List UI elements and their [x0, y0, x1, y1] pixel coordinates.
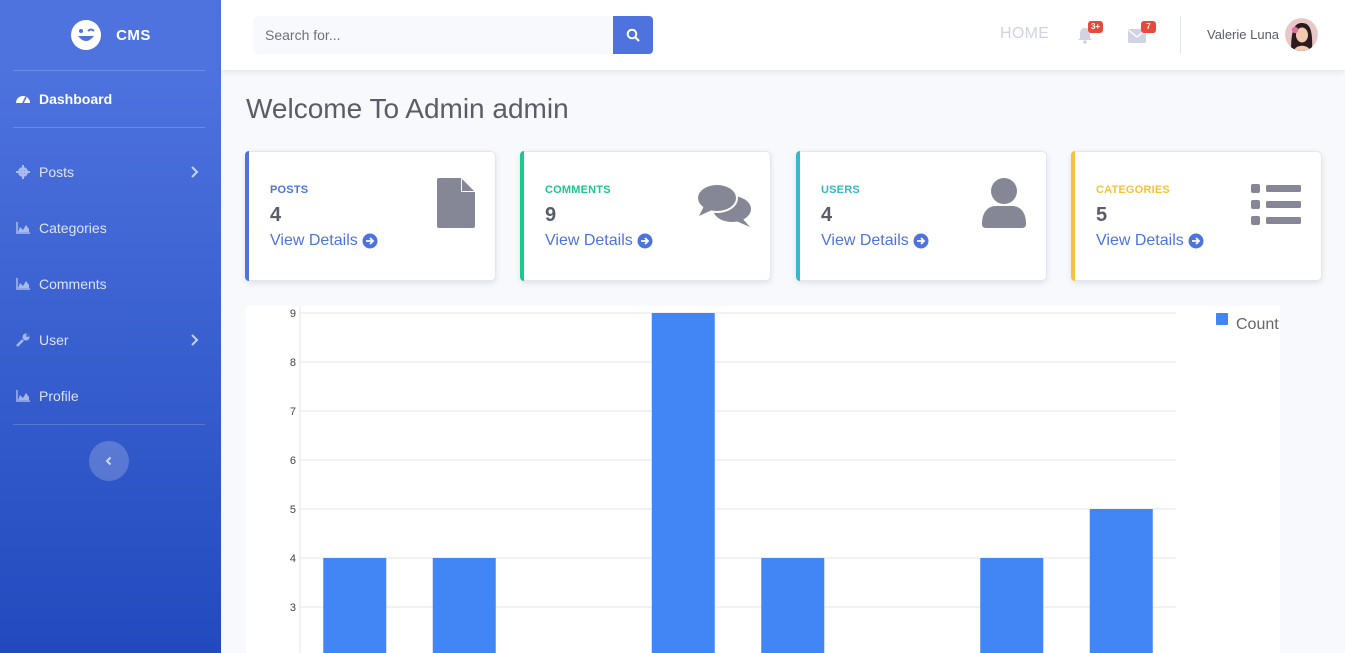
view-details-link[interactable]: View Details: [545, 232, 653, 250]
arrow-circle-right-icon: [1188, 233, 1204, 249]
search-button[interactable]: [613, 16, 653, 54]
bar-6[interactable]: [980, 558, 1044, 653]
chevron-right-icon: [191, 334, 199, 346]
card-value: 4: [270, 204, 282, 226]
legend-label: Count: [1236, 316, 1279, 333]
sidebar-item-label: Profile: [39, 388, 79, 404]
alerts-button[interactable]: 3+: [1071, 21, 1103, 48]
messages-badge: 7: [1141, 21, 1156, 33]
comments-card: COMMENTS 9 View Details: [520, 151, 771, 281]
y-tick-label: 5: [290, 504, 296, 516]
page-title: Welcome To Admin admin: [246, 93, 569, 124]
sidebar-item-posts[interactable]: Posts: [0, 152, 221, 192]
user-icon: [982, 178, 1026, 228]
card-value: 4: [821, 204, 833, 226]
chevron-right-icon: [191, 166, 199, 178]
bar-1[interactable]: [432, 558, 496, 653]
sidebar-item-comments[interactable]: Comments: [0, 264, 221, 304]
card-label: COMMENTS: [545, 184, 611, 196]
users-card: USERS 4 View Details: [796, 151, 1047, 281]
sidebar-item-profile[interactable]: Profile: [0, 376, 221, 416]
arrow-circle-right-icon: [362, 233, 378, 249]
arrow-circle-right-icon: [913, 233, 929, 249]
sidebar-divider: [13, 70, 205, 71]
card-accent: [245, 151, 249, 281]
sidebar-divider: [13, 424, 205, 425]
sidebar-item-user[interactable]: User: [0, 320, 221, 360]
y-tick-label: 6: [290, 455, 296, 467]
chart-svg: 3 4 5 6 7 8 9 Count: [290, 306, 1279, 653]
y-tick-label: 9: [290, 308, 296, 320]
card-value: 5: [1096, 204, 1108, 226]
posts-card: POSTS 4 View Details: [245, 151, 496, 281]
link-label: View Details: [545, 232, 633, 249]
topbar: HOME 3+ 7 Valerie Luna: [221, 0, 1345, 70]
list-icon: [1251, 184, 1301, 225]
y-tick-label: 4: [290, 553, 296, 565]
card-label: CATEGORIES: [1096, 184, 1170, 196]
link-label: View Details: [821, 232, 909, 249]
card-label: USERS: [821, 184, 860, 196]
area-chart-icon: [15, 388, 31, 404]
view-details-link[interactable]: View Details: [1096, 232, 1204, 250]
brand[interactable]: CMS: [0, 0, 221, 70]
card-value: 9: [545, 204, 557, 226]
home-link[interactable]: HOME: [1000, 25, 1049, 43]
bar-4[interactable]: [761, 558, 825, 653]
view-details-link[interactable]: View Details: [821, 232, 929, 250]
y-tick-label: 8: [290, 357, 296, 369]
bar-chart: 3 4 5 6 7 8 9 Count: [246, 306, 1280, 653]
messages-button[interactable]: 7: [1124, 21, 1156, 48]
sidebar-item-dashboard[interactable]: Dashboard: [0, 79, 221, 119]
area-chart-icon: [15, 220, 31, 236]
sidebar-item-categories[interactable]: Categories: [0, 208, 221, 248]
bar-0[interactable]: [323, 558, 387, 653]
sidebar-item-label: Dashboard: [39, 91, 113, 107]
chevron-left-icon: [105, 456, 112, 466]
topbar-divider: [1180, 16, 1181, 54]
comments-icon: [696, 183, 751, 227]
wrench-icon: [15, 332, 31, 348]
bar-7[interactable]: [1089, 509, 1153, 653]
gear-icon: [15, 164, 31, 180]
sidebar-toggle-button[interactable]: [89, 441, 129, 481]
sidebar-item-label: Posts: [39, 164, 75, 180]
search-icon: [626, 28, 640, 42]
link-label: View Details: [270, 232, 358, 249]
card-accent: [520, 151, 524, 281]
tachometer-icon: [15, 91, 31, 107]
avatar[interactable]: [1285, 18, 1318, 51]
sidebar-item-label: Categories: [39, 220, 107, 236]
sidebar-item-label: Comments: [39, 276, 107, 292]
file-icon: [437, 178, 475, 228]
search-form: [253, 16, 653, 54]
legend-swatch: [1216, 313, 1228, 325]
card-label: POSTS: [270, 184, 309, 196]
alerts-badge: 3+: [1088, 21, 1103, 33]
sidebar: CMS Dashboard Posts Categories Comments …: [0, 0, 221, 653]
link-label: View Details: [1096, 232, 1184, 249]
search-input[interactable]: [253, 16, 613, 54]
view-details-link[interactable]: View Details: [270, 232, 378, 250]
card-accent: [1071, 151, 1075, 281]
brand-name: CMS: [116, 26, 151, 44]
arrow-circle-right-icon: [637, 233, 653, 249]
y-tick-label: 7: [290, 406, 296, 418]
y-tick-label: 3: [290, 602, 296, 614]
sidebar-item-label: User: [39, 332, 69, 348]
sidebar-divider: [13, 127, 205, 128]
categories-card: CATEGORIES 5 View Details: [1071, 151, 1322, 281]
laugh-wink-icon: [71, 20, 102, 50]
user-name[interactable]: Valerie Luna: [1207, 27, 1279, 42]
card-accent: [796, 151, 800, 281]
area-chart-icon: [15, 276, 31, 292]
bar-3[interactable]: [651, 313, 715, 653]
